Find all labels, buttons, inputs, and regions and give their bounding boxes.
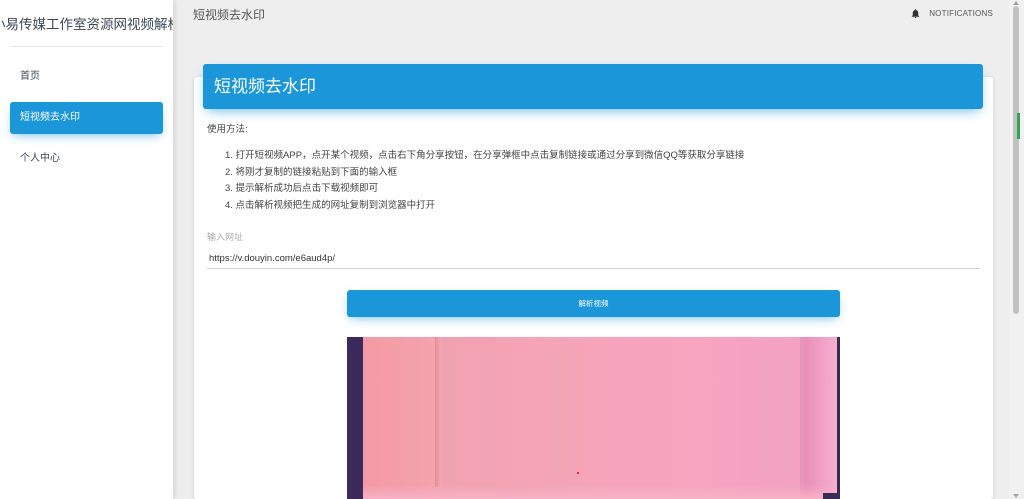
sidebar: 小易传媒工作室资源网视频解析 首页 短视频去水印 个人中心 bbox=[0, 0, 173, 499]
notifications-link[interactable]: NOTIFICATIONS bbox=[910, 8, 993, 19]
url-input[interactable] bbox=[207, 248, 980, 269]
scroll-thumb[interactable] bbox=[1013, 6, 1019, 314]
sidebar-item-profile[interactable]: 个人中心 bbox=[10, 143, 163, 175]
video-frame-fold bbox=[435, 337, 441, 487]
video-frame-dot bbox=[577, 472, 579, 474]
video-frame-edge bbox=[347, 337, 363, 499]
video-frame-shade bbox=[363, 485, 837, 499]
sidebar-item-home[interactable]: 首页 bbox=[10, 61, 163, 93]
parse-video-button[interactable]: 解析视频 bbox=[347, 290, 840, 317]
video-frame-panel bbox=[805, 337, 837, 499]
video-frame-panel bbox=[363, 337, 441, 499]
usage-title: 使用方法: bbox=[207, 124, 248, 135]
usage-step: 4. 点击解析视频把生成的网址复制到浏览器中打开 bbox=[225, 199, 436, 211]
page-scrollbar[interactable] bbox=[1009, 0, 1024, 499]
topbar: 短视频去水印 NOTIFICATIONS bbox=[173, 0, 1009, 30]
usage-step: 1. 打开短视频APP，点开某个视频，点击右下角分享按钮，在分享弹框中点击复制链… bbox=[225, 150, 745, 161]
usage-step: 2. 将刚才复制的链接粘贴到下面的输入框 bbox=[225, 166, 398, 178]
usage-steps: 1. 打开短视频APP，点开某个视频，点击右下角分享按钮，在分享弹框中点击复制链… bbox=[225, 148, 744, 214]
sidebar-nav: 首页 短视频去水印 个人中心 bbox=[0, 61, 173, 175]
brand-title[interactable]: 小易传媒工作室资源网视频解析 bbox=[0, 0, 173, 46]
brand-divider bbox=[10, 46, 163, 47]
card-header: 短视频去水印 bbox=[203, 64, 983, 109]
scroll-down-icon[interactable] bbox=[1013, 494, 1019, 498]
page-title: 短视频去水印 bbox=[193, 8, 266, 22]
usage-step: 3. 提示解析成功后点击下载视频即可 bbox=[225, 183, 379, 194]
video-frame-corner bbox=[823, 493, 840, 499]
url-input-label: 输入网址 bbox=[207, 232, 244, 242]
video-frame-edge bbox=[837, 337, 840, 499]
video-preview[interactable] bbox=[347, 337, 840, 499]
scroll-up-icon[interactable] bbox=[1013, 1, 1019, 5]
sidebar-item-watermark-removal[interactable]: 短视频去水印 bbox=[10, 102, 163, 134]
scroll-marker bbox=[1017, 113, 1020, 139]
notifications-label: NOTIFICATIONS bbox=[929, 9, 993, 18]
bell-icon bbox=[912, 9, 920, 19]
